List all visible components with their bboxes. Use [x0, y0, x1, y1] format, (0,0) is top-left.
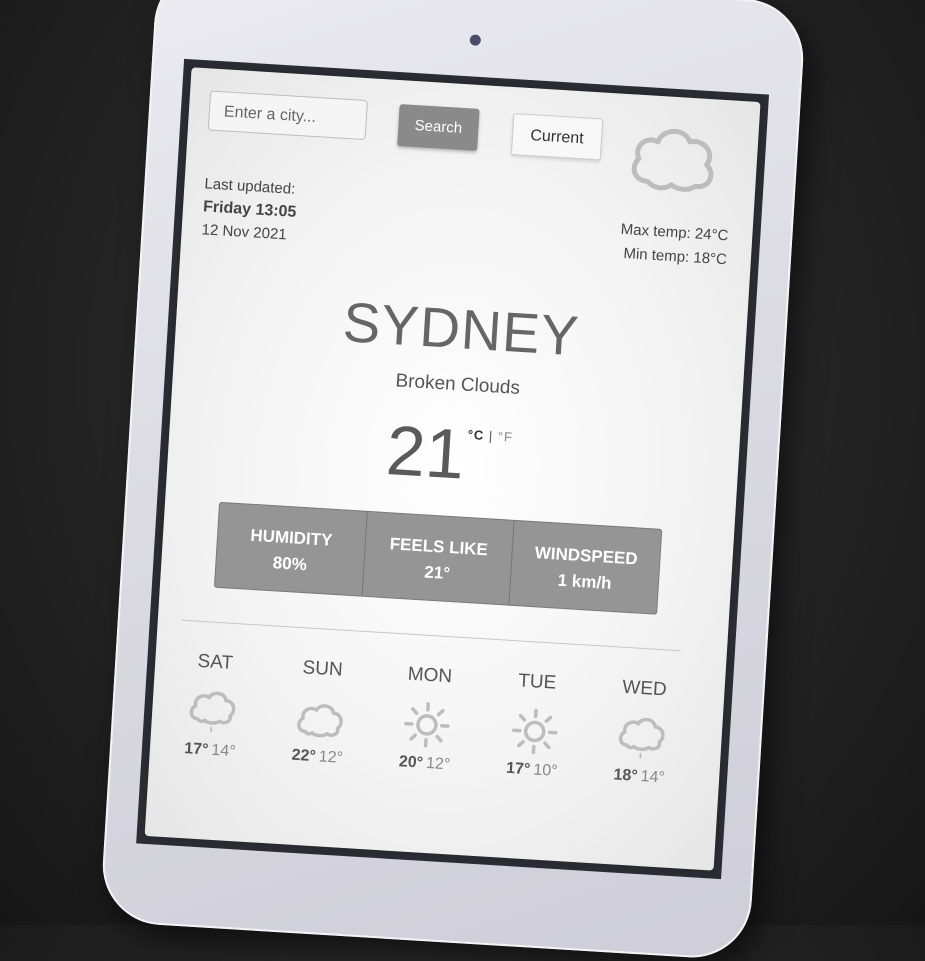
celsius-link[interactable]: °C [467, 427, 484, 443]
forecast-day-name: SUN [272, 655, 374, 691]
windspeed-stat: WINDSPEED 1 km/h [510, 521, 662, 614]
weather-app-screen: Enter a city... Search Current Last upda… [145, 67, 761, 870]
forecast-day-name: MON [379, 662, 481, 698]
forecast-high: 17° [184, 740, 209, 758]
forecast-day: WED 18°14° [589, 675, 695, 789]
cloud-icon [290, 691, 349, 746]
sun-icon [505, 704, 564, 759]
forecast-day: MON 20°12° [374, 662, 480, 776]
forecast-high: 18° [613, 766, 638, 784]
rain-icon [612, 710, 671, 765]
city-search-input[interactable]: Enter a city... [208, 90, 368, 140]
forecast-day: TUE 17°10° [481, 669, 587, 783]
forecast-low: 14° [640, 768, 665, 786]
temp-range-block: Max temp: 24°C Min temp: 18°C [619, 218, 729, 272]
forecast-low: 14° [211, 742, 236, 760]
unit-separator: | [488, 428, 493, 443]
forecast-day-name: TUE [486, 669, 588, 705]
forecast-day-name: SAT [164, 649, 266, 685]
search-button[interactable]: Search [397, 104, 479, 151]
forecast-high: 22° [291, 747, 316, 765]
forecast-low: 10° [533, 761, 558, 779]
cloud-icon [625, 114, 722, 199]
unit-toggle: °C | °F [467, 427, 513, 445]
rain-icon [183, 684, 242, 739]
last-updated-date: 12 Nov 2021 [201, 218, 296, 247]
feels-like-stat: FEELS LIKE 21° [362, 512, 515, 605]
forecast-low: 12° [318, 748, 343, 766]
tablet-bezel: Enter a city... Search Current Last upda… [136, 59, 769, 879]
current-location-button[interactable]: Current [511, 113, 603, 160]
sun-icon [397, 697, 456, 752]
divider [182, 620, 681, 652]
camera-icon [469, 34, 481, 46]
tablet-device: Enter a city... Search Current Last upda… [99, 0, 806, 961]
forecast-day: SAT 17°14° [159, 649, 265, 763]
forecast-high: 17° [506, 760, 531, 778]
humidity-stat: HUMIDITY 80% [215, 503, 368, 596]
forecast-day: SUN 22°12° [267, 655, 373, 769]
forecast-row: SAT 17°14° SUN 22°12° [159, 649, 695, 789]
current-temperature: 21 [384, 410, 467, 495]
weather-stats-panel: HUMIDITY 80% FEELS LIKE 21° WINDSPEED 1 … [214, 502, 662, 615]
forecast-low: 12° [426, 755, 451, 773]
last-updated-block: Last updated: Friday 13:05 12 Nov 2021 [201, 172, 298, 247]
scene: Enter a city... Search Current Last upda… [0, 0, 925, 925]
forecast-high: 20° [398, 753, 423, 771]
forecast-day-name: WED [593, 675, 695, 711]
fahrenheit-link[interactable]: °F [497, 429, 513, 445]
